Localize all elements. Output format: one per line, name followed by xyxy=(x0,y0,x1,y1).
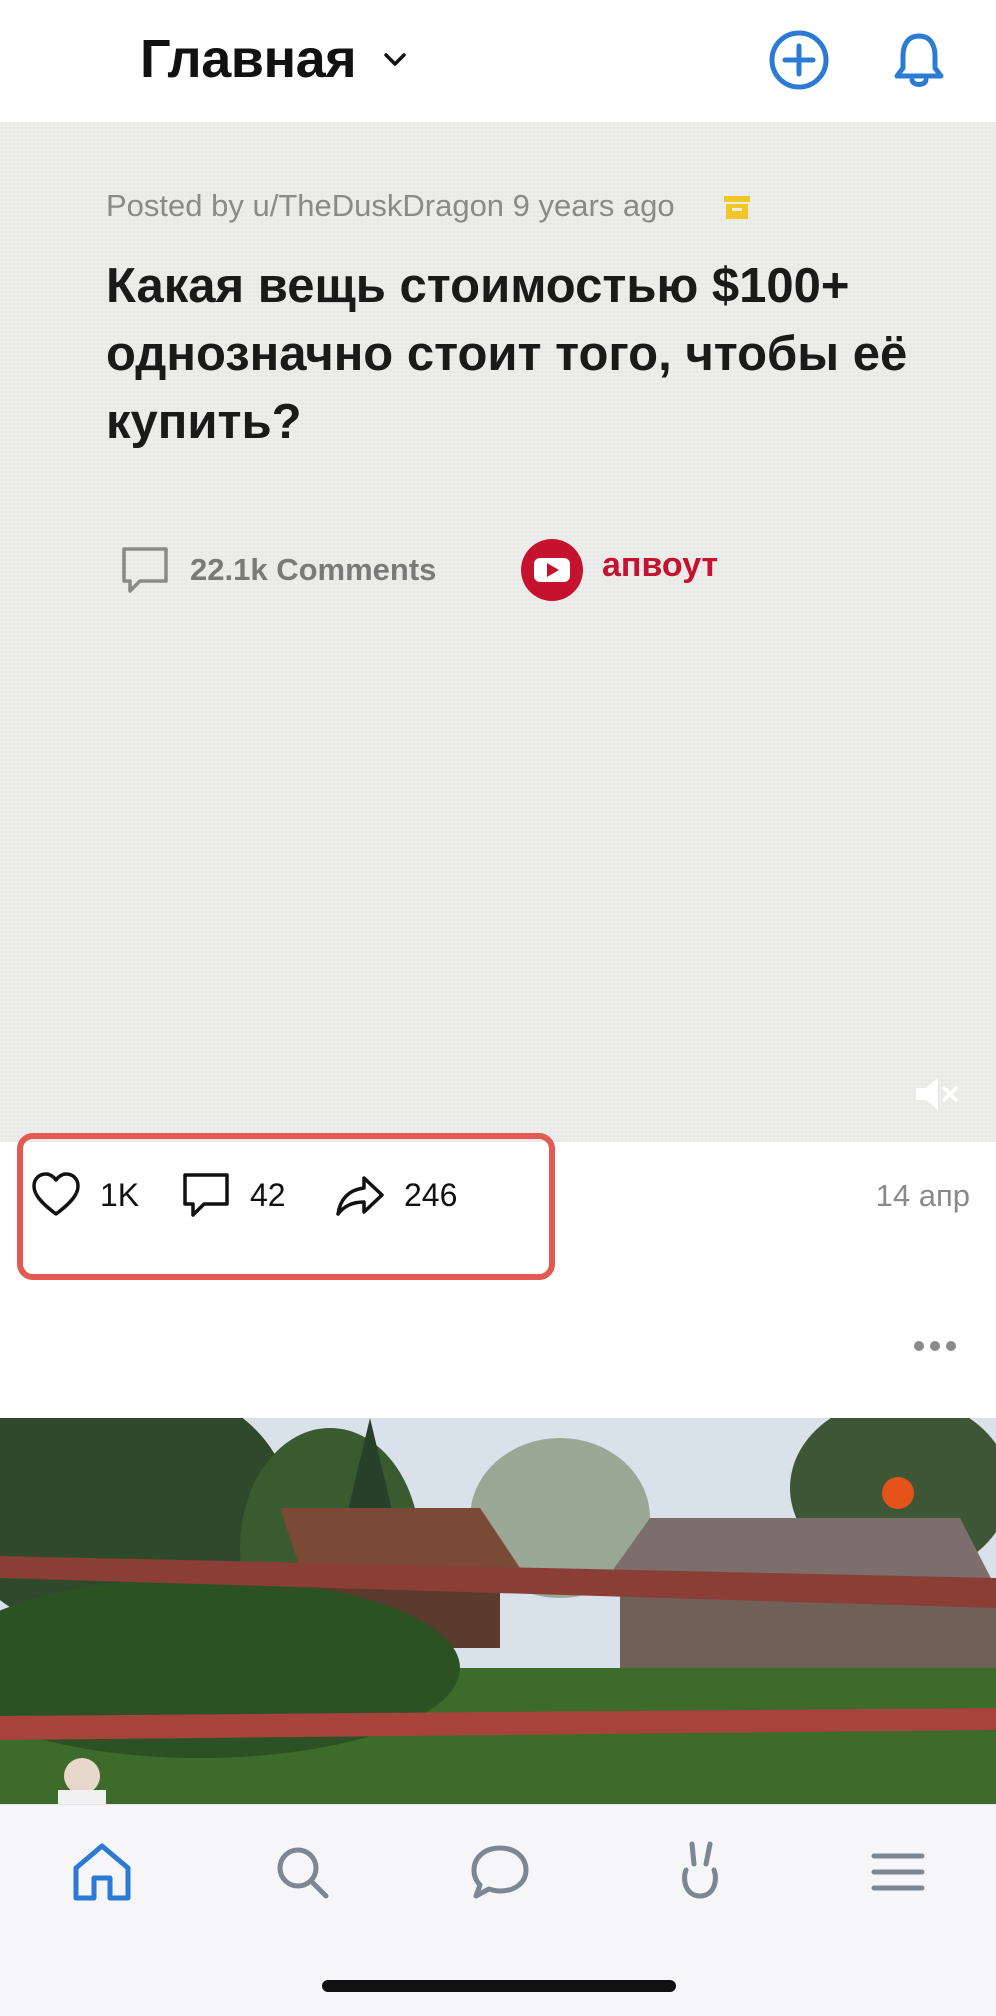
comments-count-label: 22.1k Comments xyxy=(190,552,437,587)
comment-bubble-icon xyxy=(122,547,168,593)
like-count: 1K xyxy=(100,1176,140,1213)
comment-count: 42 xyxy=(250,1176,286,1213)
chat-icon[interactable] xyxy=(464,1836,536,1908)
post-author-line: Posted by u/TheDuskDragon 9 years ago xyxy=(106,188,675,223)
archive-icon xyxy=(724,196,750,219)
share-arrow-icon xyxy=(336,1176,384,1216)
bell-icon[interactable] xyxy=(887,28,951,92)
menu-icon[interactable] xyxy=(862,1836,934,1908)
comment-button[interactable]: 42 xyxy=(180,1170,286,1220)
add-post-icon[interactable] xyxy=(767,28,831,92)
youtube-logo-icon xyxy=(521,539,583,601)
chevron-down-icon[interactable] xyxy=(380,44,410,74)
share-button[interactable]: 246 xyxy=(334,1170,457,1220)
home-indicator[interactable] xyxy=(322,1980,676,1992)
feed-title[interactable]: Главная xyxy=(140,28,357,90)
post-title: Какая вещь стоимостью $100+ однозначно с… xyxy=(106,259,908,449)
more-options-icon[interactable] xyxy=(910,1328,960,1364)
post-image[interactable] xyxy=(0,1418,996,1804)
post-date: 14 апр xyxy=(875,1178,970,1213)
bunny-icon[interactable] xyxy=(664,1836,736,1908)
home-icon[interactable] xyxy=(66,1836,138,1908)
comments-count: 22.1k Comments xyxy=(118,542,436,598)
brand-label: апвоут xyxy=(602,546,719,584)
share-count: 246 xyxy=(404,1176,458,1213)
mute-icon[interactable] xyxy=(912,1070,960,1118)
comment-icon xyxy=(183,1173,229,1217)
heart-icon xyxy=(32,1172,80,1216)
top-bar: Главная xyxy=(0,0,996,122)
search-icon[interactable] xyxy=(266,1836,338,1908)
like-button[interactable]: 1K xyxy=(30,1170,139,1220)
post-video[interactable]: Posted by u/TheDuskDragon 9 years ago Ка… xyxy=(0,122,996,1142)
